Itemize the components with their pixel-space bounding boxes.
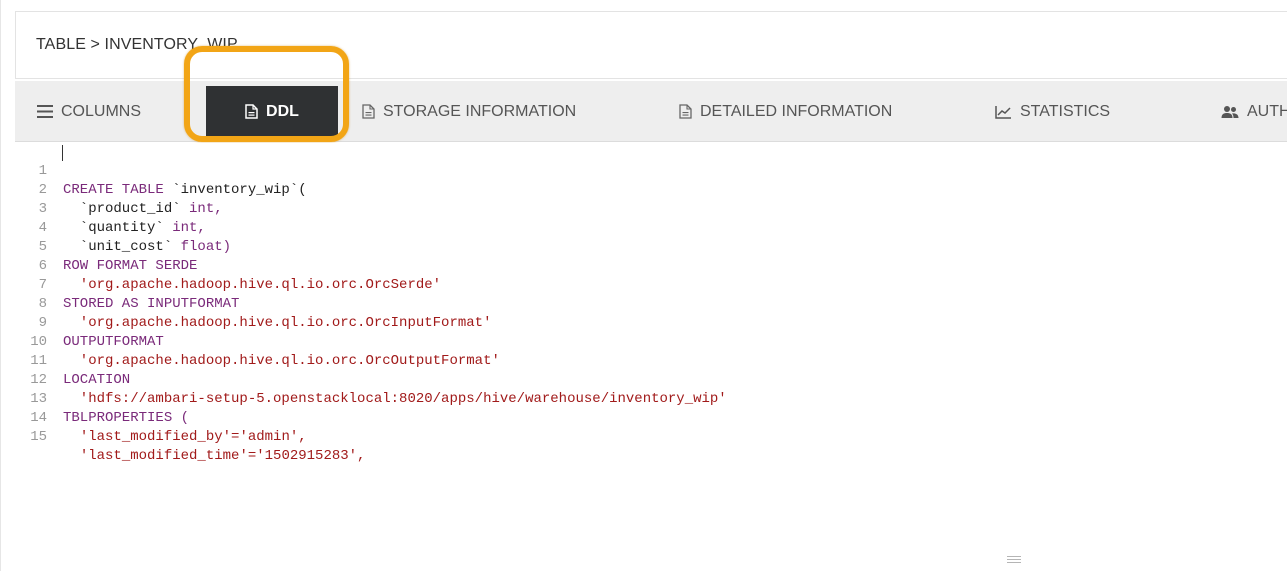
breadcrumb-bar: TABLE > INVENTORY_WIP	[15, 11, 1287, 79]
code-line: 9 OUTPUTFORMAT	[15, 295, 1287, 350]
code-line: 15 'last_modified_time'='1502915283',	[15, 409, 1287, 464]
code-text: 'last_modified_time'='1502915283',	[63, 447, 366, 466]
tab-columns[interactable]: COLUMNS	[37, 81, 141, 142]
tab-ddl[interactable]: DDL	[206, 86, 338, 137]
code-line: 14 'last_modified_by'='admin',	[15, 390, 1287, 445]
tab-authorization-label: AUTHO	[1247, 102, 1287, 120]
tab-ddl-label: DDL	[266, 102, 299, 120]
document-icon	[362, 104, 375, 119]
users-icon	[1221, 105, 1239, 119]
code-string: 'last_modified_by'='admin',	[79, 429, 307, 445]
document-icon	[679, 104, 692, 119]
code-line: 3 `quantity` int,	[15, 181, 1287, 236]
list-icon	[37, 105, 53, 118]
code-line: 11 LOCATION	[15, 333, 1287, 388]
tab-statistics-label: STATISTICS	[1020, 102, 1111, 120]
line-chart-icon	[995, 105, 1012, 119]
code-string: 'last_modified_time'='1502915283',	[79, 448, 366, 464]
breadcrumb: TABLE > INVENTORY_WIP	[36, 36, 238, 53]
tab-detailed-label: DETAILED INFORMATION	[700, 102, 893, 120]
code-line: 2 `product_id` int,	[15, 162, 1287, 217]
tab-statistics[interactable]: STATISTICS	[995, 81, 1110, 142]
tab-bar: COLUMNS DDL STORAGE INFORMATION DETAILED…	[15, 81, 1287, 142]
tab-storage-label: STORAGE INFORMATION	[383, 102, 577, 120]
document-icon	[245, 104, 258, 119]
code-line: 10 'org.apache.hadoop.hive.ql.io.orc.Orc…	[15, 314, 1287, 369]
code-line: 1 CREATE TABLE `inventory_wip`(	[15, 143, 1287, 198]
line-number: 15	[30, 429, 47, 445]
code-line: 4 `unit_cost` float)	[15, 200, 1287, 255]
table-detail-panel: TABLE > INVENTORY_WIP COLUMNS DDL STORAG…	[0, 0, 1287, 571]
code-line: 8 'org.apache.hadoop.hive.ql.io.orc.OrcI…	[15, 276, 1287, 331]
ddl-code-editor[interactable]: 1 CREATE TABLE `inventory_wip`( 2 `produ…	[15, 143, 1287, 571]
code-line: 5 ROW FORMAT SERDE	[15, 219, 1287, 274]
code-line: 13 TBLPROPERTIES (	[15, 371, 1287, 426]
code-line: 7 STORED AS INPUTFORMAT	[15, 257, 1287, 312]
code-text: 'last_modified_by'='admin',	[63, 428, 307, 447]
tab-storage-information[interactable]: STORAGE INFORMATION	[362, 81, 576, 142]
code-line: 6 'org.apache.hadoop.hive.ql.io.orc.OrcS…	[15, 238, 1287, 293]
code-line: 12 'hdfs://ambari-setup-5.openstacklocal…	[15, 352, 1287, 407]
resize-handle[interactable]	[1007, 556, 1021, 566]
tab-detailed-information[interactable]: DETAILED INFORMATION	[679, 81, 892, 142]
tab-authorization[interactable]: AUTHO	[1221, 81, 1287, 142]
tab-columns-label: COLUMNS	[61, 102, 142, 120]
